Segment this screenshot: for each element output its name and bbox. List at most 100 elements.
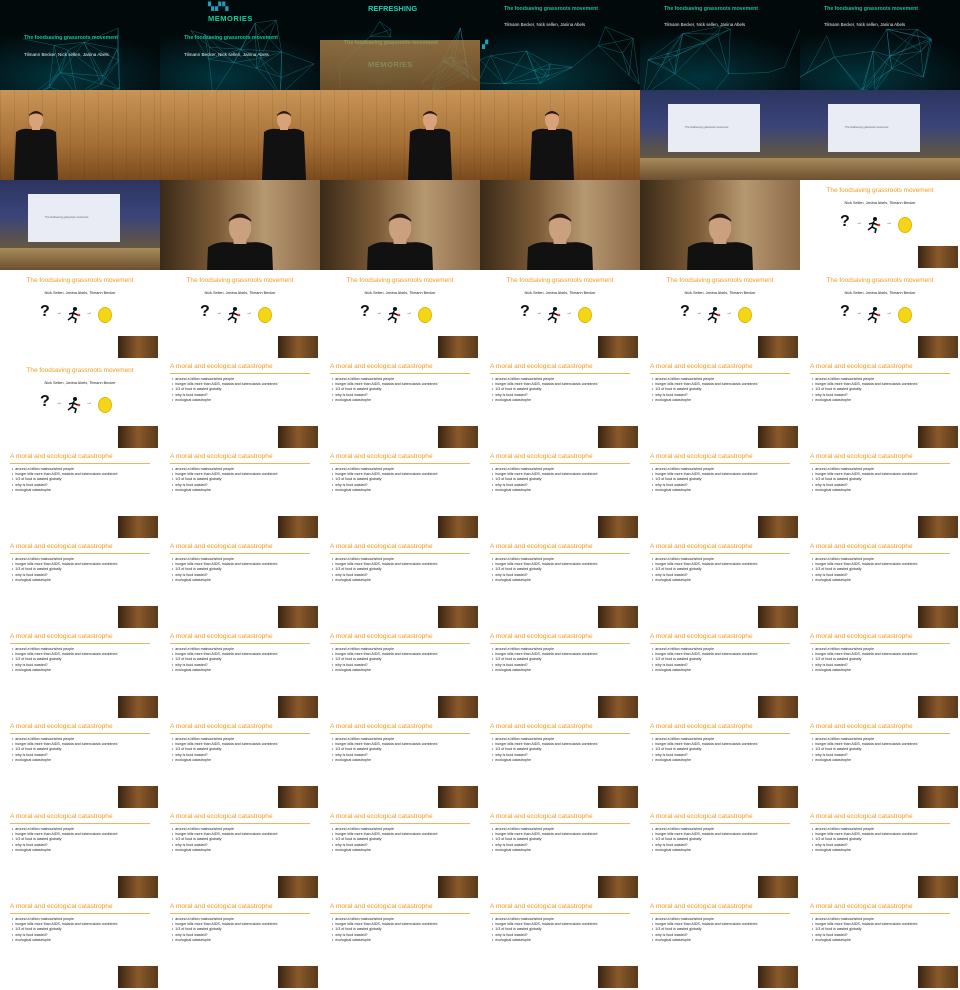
thumbnail-tile[interactable]: A moral and ecological catastrophe around…	[160, 900, 320, 990]
thumbnail-tile[interactable]	[160, 180, 320, 270]
thumbnail-tile[interactable]: The foodsaving grassroots movement Nick S…	[800, 180, 960, 270]
thumbnail-tile[interactable]: The foodsaving grassroots movement Tilman…	[0, 0, 160, 90]
thumbnail-tile[interactable]: A moral and ecological catastrophe around…	[640, 540, 800, 630]
thumbnail-tile[interactable]: A moral and ecological catastrophe around…	[800, 540, 960, 630]
thumbnail-tile[interactable]: A moral and ecological catastrophe around…	[640, 810, 800, 900]
slide-authors: Nick Sellen, Janina Abels, Tilmann Becke…	[524, 291, 596, 295]
thumbnail-tile[interactable]: A moral and ecological catastrophe around…	[480, 540, 640, 630]
bullet-item: ecological catastrophe	[332, 488, 437, 493]
slide-authors: Nick Sellen, Janina Abels, Tilmann Becke…	[44, 381, 116, 385]
thumbnail-tile[interactable]: A moral and ecological catastrophe around…	[800, 810, 960, 900]
thumbnail-tile[interactable]: A moral and ecological catastrophe around…	[640, 630, 800, 720]
heading-rule	[810, 913, 950, 914]
heading-rule	[330, 463, 470, 464]
slide-heading: A moral and ecological catastrophe	[10, 723, 113, 730]
slide-title-heading: The foodsaving grassroots movement	[506, 277, 614, 284]
bullet-list: around a billion malnourished peoplehung…	[652, 557, 757, 583]
speaker-figure	[262, 111, 306, 180]
thumbnail-tile[interactable]: The foodsaving grassroots movement Tilman…	[800, 0, 960, 90]
speaker-cam-icon	[918, 516, 958, 538]
bullet-list: around a billion malnourished peoplehung…	[652, 917, 757, 943]
thumbnail-tile[interactable]: A moral and ecological catastrophe around…	[640, 720, 800, 810]
thumbnail-tile[interactable]: The foodsaving grassroots movement Tilman…	[480, 0, 640, 90]
bullet-list: around a billion malnourished peoplehung…	[172, 827, 277, 853]
thumbnail-tile[interactable]: A moral and ecological catastrophe around…	[320, 630, 480, 720]
thumbnail-tile[interactable]: A moral and ecological catastrophe around…	[800, 360, 960, 450]
thumbnail-tile[interactable]: ▚▞▚ MEMORIES The foodsaving grassroots mov…	[160, 0, 320, 90]
speaker-cam-icon	[118, 786, 158, 808]
thumbnail-tile[interactable]: The foodsaving grassroots movement	[640, 90, 800, 180]
speaker-cam-icon	[278, 876, 318, 898]
thumbnail-tile[interactable]	[480, 90, 640, 180]
thumbnail-tile[interactable]: A moral and ecological catastrophe around…	[480, 810, 640, 900]
thumbnail-tile[interactable]	[160, 90, 320, 180]
thumbnail-tile[interactable]: The foodsaving grassroots movement Nick S…	[160, 270, 320, 360]
thumbnail-tile[interactable]: A moral and ecological catastrophe around…	[160, 720, 320, 810]
thumbnail-tile[interactable]: A moral and ecological catastrophe around…	[320, 360, 480, 450]
thumbnail-tile[interactable]: The foodsaving grassroots movement Nick S…	[0, 360, 160, 450]
speaker-cam-icon	[758, 876, 798, 898]
thumbnail-tile[interactable]: A moral and ecological catastrophe around…	[800, 720, 960, 810]
thumbnail-tile[interactable]: A moral and ecological catastrophe around…	[320, 540, 480, 630]
thumbnail-tile[interactable]: A moral and ecological catastrophe around…	[800, 450, 960, 540]
thumbnail-tile[interactable]: A moral and ecological catastrophe around…	[320, 900, 480, 990]
stage-desk	[640, 158, 800, 180]
thumbnail-tile[interactable]: The foodsaving grassroots movement Nick S…	[0, 270, 160, 360]
thumbnail-tile[interactable]: The foodsaving grassroots movement Nick S…	[800, 270, 960, 360]
thumbnail-tile[interactable]: A moral and ecological catastrophe around…	[0, 630, 160, 720]
thumbnail-tile[interactable]	[0, 90, 160, 180]
thumbnail-tile[interactable]: A moral and ecological catastrophe around…	[160, 810, 320, 900]
thumbnail-tile[interactable]: A moral and ecological catastrophe around…	[480, 900, 640, 990]
thumbnail-tile[interactable]	[320, 90, 480, 180]
thumbnail-tile[interactable]: A moral and ecological catastrophe around…	[160, 360, 320, 450]
thumbnail-tile[interactable]: A moral and ecological catastrophe around…	[640, 450, 800, 540]
bullet-item: ecological catastrophe	[812, 668, 917, 673]
thumbnail-tile[interactable]: The foodsaving grassroots movement Nick S…	[320, 270, 480, 360]
speaker-cam-icon	[758, 426, 798, 448]
thumbnail-tile[interactable]: A moral and ecological catastrophe around…	[480, 720, 640, 810]
speaker-cam-icon	[598, 516, 638, 538]
thumbnail-tile[interactable]	[640, 180, 800, 270]
bullet-list: around a billion malnourished peoplehung…	[332, 827, 437, 853]
slide-heading: A moral and ecological catastrophe	[490, 363, 593, 370]
screen-caption: The foodsaving grassroots movement	[845, 126, 889, 129]
thumbnail-tile[interactable]: A moral and ecological catastrophe around…	[160, 630, 320, 720]
bullet-list: around a billion malnourished peoplehung…	[652, 647, 757, 673]
thumbnail-tile[interactable]: The foodsaving grassroots movement Nick S…	[480, 270, 640, 360]
thumbnail-tile[interactable]: A moral and ecological catastrophe around…	[800, 630, 960, 720]
talk-title: The foodsaving grassroots movement	[24, 35, 118, 41]
thumbnail-tile[interactable]: The foodsaving grassroots movement	[800, 90, 960, 180]
thumbnail-tile[interactable]: A moral and ecological catastrophe around…	[480, 450, 640, 540]
gk-logo-icon: ▚▞▚	[208, 2, 230, 11]
thumbnail-tile[interactable]: The foodsaving grassroots movement Tilman…	[640, 0, 800, 90]
thumbnail-tile[interactable]: A moral and ecological catastrophe around…	[160, 540, 320, 630]
thumbnail-tile[interactable]: A moral and ecological catastrophe around…	[0, 810, 160, 900]
thumbnail-tile[interactable]: The foodsaving grassroots movement Nick S…	[640, 270, 800, 360]
heading-rule	[10, 733, 150, 734]
thumbnail-tile[interactable]: A moral and ecological catastrophe around…	[160, 450, 320, 540]
runner-icon	[66, 306, 82, 324]
heading-rule	[490, 823, 630, 824]
slide-title-heading: The foodsaving grassroots movement	[826, 277, 934, 284]
thumbnail-tile[interactable]: A moral and ecological catastrophe around…	[320, 450, 480, 540]
thumbnail-tile[interactable]: REFRESHINGMEMORIESThe foodsaving grassro…	[320, 0, 480, 90]
thumbnail-tile[interactable]: A moral and ecological catastrophe around…	[0, 720, 160, 810]
thumbnail-tile[interactable]: A moral and ecological catastrophe around…	[640, 900, 800, 990]
thumbnail-tile[interactable]: A moral and ecological catastrophe around…	[480, 360, 640, 450]
thumbnail-tile[interactable]: The foodsaving grassroots movement	[0, 180, 160, 270]
thumbnail-tile[interactable]	[480, 180, 640, 270]
thumbnail-tile[interactable]: A moral and ecological catastrophe around…	[640, 360, 800, 450]
thumbnail-tile[interactable]: A moral and ecological catastrophe around…	[0, 900, 160, 990]
slide-authors: Nick Sellen, Janina Abels, Tilmann Becke…	[364, 291, 436, 295]
thumbnail-tile[interactable]: A moral and ecological catastrophe around…	[320, 720, 480, 810]
thumbnail-tile[interactable]: A moral and ecological catastrophe around…	[480, 630, 640, 720]
bullet-item: ecological catastrophe	[332, 758, 437, 763]
slide-heading: A moral and ecological catastrophe	[10, 453, 113, 460]
slide-heading: A moral and ecological catastrophe	[490, 903, 593, 910]
thumbnail-tile[interactable]: A moral and ecological catastrophe around…	[0, 450, 160, 540]
bullet-list: around a billion malnourished peoplehung…	[332, 647, 437, 673]
thumbnail-tile[interactable]: A moral and ecological catastrophe around…	[800, 900, 960, 990]
thumbnail-tile[interactable]: A moral and ecological catastrophe around…	[0, 540, 160, 630]
thumbnail-tile[interactable]: A moral and ecological catastrophe around…	[320, 810, 480, 900]
thumbnail-tile[interactable]	[320, 180, 480, 270]
